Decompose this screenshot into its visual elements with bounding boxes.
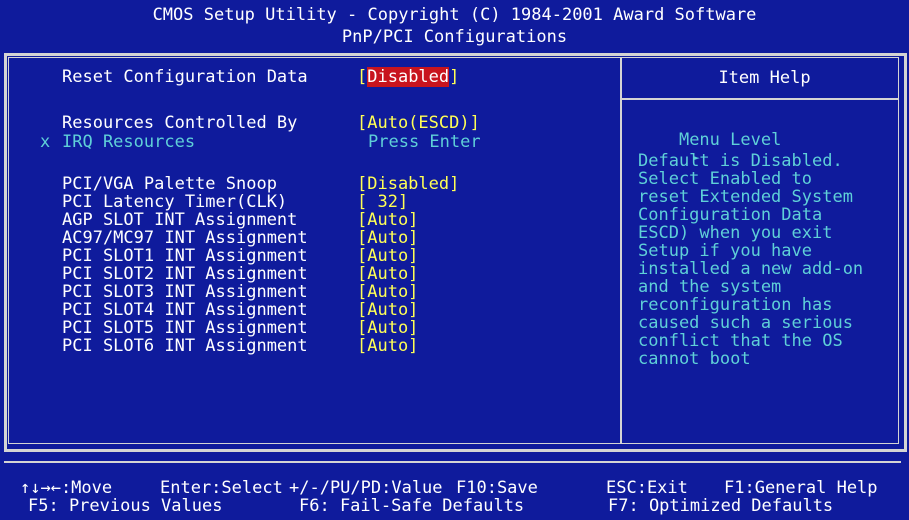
setting-pci-vga-palette-snoop[interactable]: PCI/VGA Palette Snoop [Disabled] (0, 175, 620, 193)
setting-ac97-mc97-int[interactable]: AC97/MC97 INT Assignment [Auto] (0, 229, 620, 247)
setting-label: Resources Controlled By (62, 113, 298, 133)
setting-pci-slot4-int[interactable]: PCI SLOT4 INT Assignment [Auto] (0, 301, 620, 319)
setting-pci-latency-timer[interactable]: PCI Latency Timer(CLK) [ 32] (0, 193, 620, 211)
footer-general-help: F1:General Help (724, 478, 878, 498)
help-divider (620, 57, 622, 444)
setting-label: IRQ Resources (62, 132, 196, 152)
help-line: and the system (638, 277, 782, 297)
setting-agp-slot-int[interactable]: AGP SLOT INT Assignment [Auto] (0, 211, 620, 229)
help-line: Default is Disabled. (638, 151, 843, 171)
setting-pci-slot5-int[interactable]: PCI SLOT5 INT Assignment [Auto] (0, 319, 620, 337)
setting-reset-configuration-data[interactable]: Reset Configuration Data [Disabled] (0, 67, 620, 87)
setting-label: PCI SLOT6 INT Assignment (62, 336, 308, 356)
setting-value[interactable]: [ 32] (357, 193, 408, 211)
setting-value[interactable]: [Auto] (357, 247, 418, 265)
setting-pci-slot3-int[interactable]: PCI SLOT3 INT Assignment [Auto] (0, 283, 620, 301)
setting-value[interactable]: [Disabled] (357, 175, 459, 193)
setting-label: PCI SLOT4 INT Assignment (62, 300, 308, 320)
setting-value[interactable]: [Auto] (357, 337, 418, 355)
footer-move: ↑↓→←:Move (20, 478, 113, 498)
setting-label: PCI SLOT2 INT Assignment (62, 264, 308, 284)
setting-resources-controlled-by[interactable]: Resources Controlled By [Auto(ESCD)] (0, 114, 620, 132)
selected-value[interactable]: Disabled (367, 67, 450, 87)
help-line: reconfiguration has (638, 295, 833, 315)
help-line: caused such a serious (638, 313, 853, 333)
disabled-marker: x (40, 132, 51, 152)
setting-pci-slot1-int[interactable]: PCI SLOT1 INT Assignment [Auto] (0, 247, 620, 265)
help-title: Item Help (718, 68, 811, 88)
setting-label: AC97/MC97 INT Assignment (62, 228, 308, 248)
setting-label: AGP SLOT INT Assignment (62, 210, 298, 230)
menu-level-label: Menu Level (678, 130, 782, 150)
setting-irq-resources: x IRQ Resources Press Enter (0, 133, 620, 151)
setting-value[interactable]: [Auto] (357, 265, 418, 283)
footer-enter: Enter:Select (160, 478, 283, 498)
setting-value[interactable]: [Disabled] (357, 67, 459, 87)
setting-label: PCI SLOT1 INT Assignment (62, 246, 308, 266)
setting-value[interactable]: [Auto] (357, 283, 418, 301)
bios-screen: CMOS Setup Utility - Copyright (C) 1984-… (0, 0, 909, 520)
help-line: ESCD) when you exit (638, 223, 833, 243)
header-title: CMOS Setup Utility - Copyright (C) 1984-… (152, 5, 757, 25)
footer-divider (4, 461, 901, 463)
footer-previous-values: F5: Previous Values (28, 496, 223, 516)
help-line: Select Enabled to (638, 169, 812, 189)
setting-pci-slot6-int[interactable]: PCI SLOT6 INT Assignment [Auto] (0, 337, 620, 355)
help-line: Configuration Data (638, 205, 823, 225)
footer-exit: ESC:Exit (606, 478, 688, 498)
help-line: installed a new add-on (638, 259, 864, 279)
setting-pci-slot2-int[interactable]: PCI SLOT2 INT Assignment [Auto] (0, 265, 620, 283)
help-line: reset Extended System (638, 187, 853, 207)
setting-label: Reset Configuration Data (62, 67, 308, 87)
help-line: Setup if you have (638, 241, 812, 261)
setting-value: Press Enter (368, 132, 481, 152)
setting-label: PCI Latency Timer(CLK) (62, 192, 288, 212)
setting-value[interactable]: [Auto(ESCD)] (357, 114, 480, 132)
setting-value[interactable]: [Auto] (357, 319, 418, 337)
setting-value[interactable]: [Auto] (357, 301, 418, 319)
footer-value: +/-/PU/PD:Value (289, 478, 443, 498)
setting-value[interactable]: [Auto] (357, 211, 418, 229)
footer-optimized-defaults: F7: Optimized Defaults (608, 496, 834, 516)
footer-failsafe-defaults: F6: Fail-Safe Defaults (299, 496, 525, 516)
footer-save: F10:Save (456, 478, 538, 498)
setting-label: PCI SLOT3 INT Assignment (62, 282, 308, 302)
setting-label: PCI SLOT5 INT Assignment (62, 318, 308, 338)
page-title: PnP/PCI Configurations (341, 27, 568, 47)
setting-value[interactable]: [Auto] (357, 229, 418, 247)
help-line: conflict that the OS (638, 331, 843, 351)
setting-label: PCI/VGA Palette Snoop (62, 174, 277, 194)
help-title-divider (622, 98, 899, 100)
help-line: cannot boot (638, 349, 751, 369)
